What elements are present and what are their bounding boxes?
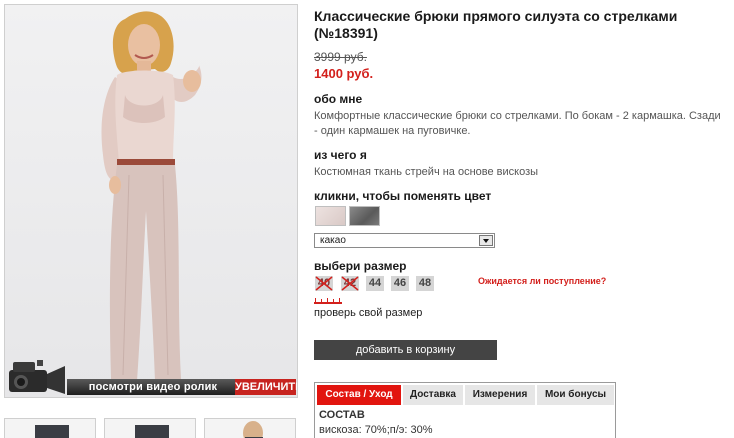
- material-heading: из чего я: [314, 148, 367, 162]
- size-heading: выбери размер: [314, 259, 407, 273]
- tab-bonuses[interactable]: Мои бонусы: [537, 385, 614, 405]
- composition-text: вискоза: 70%;п/э: 30%: [319, 424, 433, 436]
- size-option-42[interactable]: 42: [341, 276, 359, 291]
- tab-composition-care[interactable]: Состав / Уход: [317, 385, 401, 405]
- ruler-icon[interactable]: [314, 297, 342, 305]
- color-swatch-cocoa[interactable]: [315, 206, 346, 226]
- color-swatch-grey[interactable]: [349, 206, 380, 226]
- model-illustration: [101, 11, 202, 381]
- color-heading: кликни, чтобы поменять цвет: [314, 189, 492, 203]
- video-camera-icon[interactable]: [7, 356, 69, 396]
- thumbnail-2[interactable]: [104, 418, 196, 438]
- info-tabs-panel: Состав / Уход Доставка Измерения Мои бон…: [314, 382, 616, 438]
- thumbnail-3[interactable]: [204, 418, 296, 438]
- material-text: Костюмная ткань стрейч на основе вискозы: [314, 166, 539, 178]
- product-photo[interactable]: посмотри видео ролик УВЕЛИЧИТЬ: [4, 4, 298, 398]
- unavailable-cross-icon: [341, 276, 359, 291]
- tab-delivery[interactable]: Доставка: [403, 385, 463, 405]
- size-option-40[interactable]: 40: [315, 276, 333, 291]
- thumbnail-strip: [4, 418, 298, 438]
- size-option-44[interactable]: 44: [366, 276, 384, 291]
- old-price: 3999 руб.: [314, 50, 367, 64]
- size-option-46[interactable]: 46: [391, 276, 409, 291]
- sale-price: 1400 руб.: [314, 66, 374, 81]
- color-select-value: какао: [320, 235, 346, 246]
- unavailable-cross-icon: [315, 276, 333, 291]
- color-select[interactable]: какао: [314, 233, 495, 248]
- chevron-down-icon[interactable]: [479, 235, 493, 246]
- zoom-button[interactable]: УВЕЛИЧИТЬ: [235, 379, 297, 395]
- check-size-link[interactable]: проверь свой размер: [314, 307, 422, 319]
- size-option-48[interactable]: 48: [416, 276, 434, 291]
- composition-title: СОСТАВ: [319, 409, 365, 421]
- add-to-cart-button[interactable]: добавить в корзину: [314, 340, 497, 360]
- tab-measurements[interactable]: Измерения: [465, 385, 535, 405]
- restock-inquiry-link[interactable]: Ожидается ли поступление?: [478, 276, 606, 286]
- watch-video-button[interactable]: посмотри видео ролик: [67, 379, 239, 395]
- thumbnail-1[interactable]: [4, 418, 96, 438]
- about-text: Комфортные классические брюки со стрелка…: [314, 110, 721, 137]
- product-title: Классические брюки прямого силуэта со ст…: [314, 8, 678, 41]
- about-heading: обо мне: [314, 92, 363, 106]
